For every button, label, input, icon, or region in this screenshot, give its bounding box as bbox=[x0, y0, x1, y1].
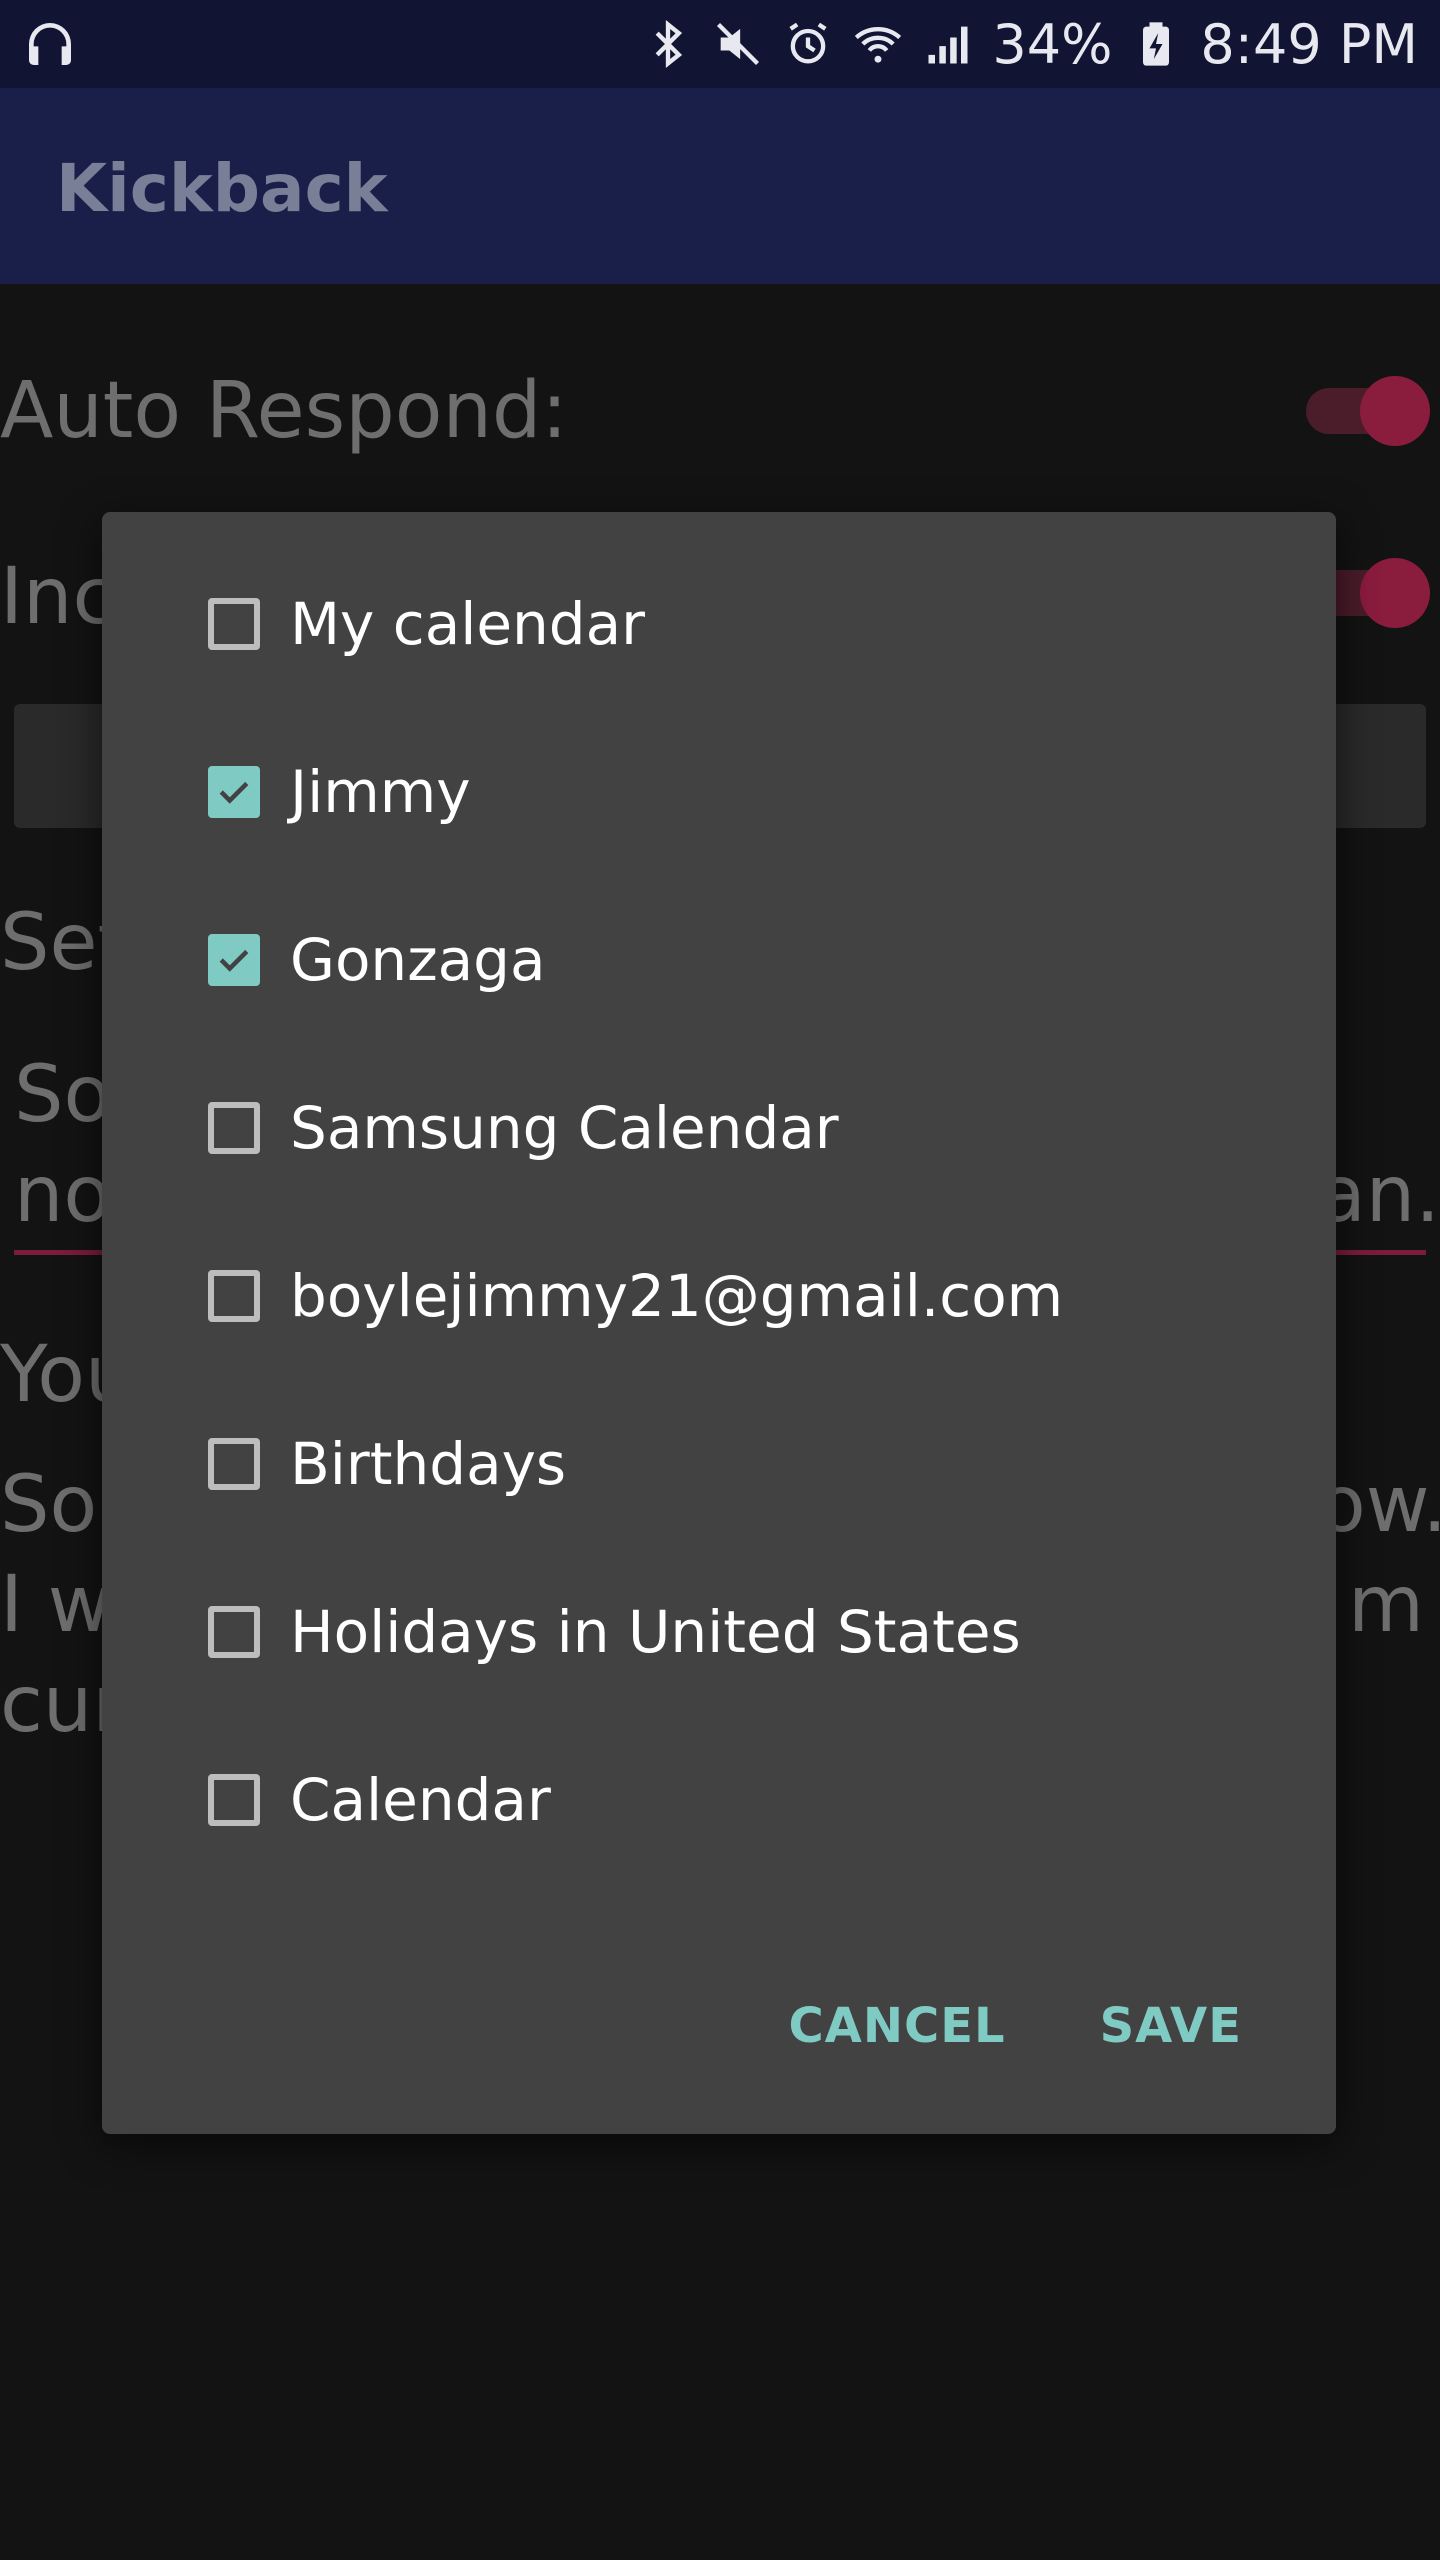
calendar-option-label: Jimmy bbox=[290, 758, 471, 826]
calendar-option-label: My calendar bbox=[290, 590, 645, 658]
calendar-option-samsung-calendar[interactable]: Samsung Calendar bbox=[208, 1068, 1308, 1188]
checkbox-checked[interactable] bbox=[208, 934, 260, 986]
toggle-knob bbox=[1360, 376, 1430, 446]
preview-line2: I w bbox=[0, 1560, 112, 1650]
status-bar: 34% 8:49 PM bbox=[0, 0, 1440, 88]
preview-line2-end: m bbox=[1348, 1560, 1424, 1650]
checkmark-icon bbox=[219, 781, 249, 804]
calendar-option-jimmy[interactable]: Jimmy bbox=[208, 732, 1308, 852]
mute-icon bbox=[717, 22, 760, 66]
toggle-knob bbox=[1360, 558, 1430, 628]
app-title: Kickback bbox=[56, 150, 388, 227]
message-line1: So bbox=[14, 1050, 112, 1140]
save-button[interactable]: SAVE bbox=[1100, 1998, 1242, 2054]
calendar-option-holidays[interactable]: Holidays in United States bbox=[208, 1572, 1308, 1692]
message-line2: no bbox=[14, 1150, 112, 1240]
calendar-option-label: Holidays in United States bbox=[290, 1598, 1021, 1666]
checkmark-icon bbox=[219, 949, 249, 972]
cancel-button[interactable]: CANCEL bbox=[788, 1998, 1005, 2054]
checkbox-unchecked[interactable] bbox=[208, 1438, 260, 1490]
auto-respond-toggle[interactable] bbox=[1306, 376, 1430, 446]
headphones-icon bbox=[29, 23, 71, 65]
calendar-option-label: boylejimmy21@gmail.com bbox=[290, 1262, 1064, 1330]
calendar-option-gonzaga[interactable]: Gonzaga bbox=[208, 900, 1308, 1020]
checkbox-unchecked[interactable] bbox=[208, 598, 260, 650]
checkbox-unchecked[interactable] bbox=[208, 1270, 260, 1322]
alarm-icon bbox=[789, 22, 827, 64]
calendar-option-gmail[interactable]: boylejimmy21@gmail.com bbox=[208, 1236, 1308, 1356]
signal-icon bbox=[928, 26, 968, 64]
battery-charging-icon bbox=[1143, 22, 1170, 66]
preview-line1: So bbox=[0, 1460, 98, 1550]
app-bar: Kickback bbox=[0, 88, 1440, 284]
auto-respond-label: Auto Respond: bbox=[0, 366, 568, 456]
preview-line1-end: ow. bbox=[1318, 1460, 1440, 1550]
row2-label: Inc bbox=[0, 552, 116, 642]
dialog-actions: CANCEL SAVE bbox=[788, 1998, 1242, 2054]
calendar-option-calendar[interactable]: Calendar bbox=[208, 1740, 1308, 1860]
checkbox-unchecked[interactable] bbox=[208, 1102, 260, 1154]
calendar-option-label: Gonzaga bbox=[290, 926, 546, 994]
battery-percent: 34% bbox=[992, 12, 1113, 76]
calendar-option-my-calendar[interactable]: My calendar bbox=[208, 564, 1308, 684]
calendar-option-label: Birthdays bbox=[290, 1430, 567, 1498]
message-line2-end: an. bbox=[1318, 1150, 1440, 1240]
calendar-option-label: Samsung Calendar bbox=[290, 1094, 839, 1162]
wifi-icon bbox=[855, 27, 902, 63]
checkbox-unchecked[interactable] bbox=[208, 1774, 260, 1826]
calendar-option-label: Calendar bbox=[290, 1766, 551, 1834]
bluetooth-icon bbox=[656, 19, 683, 69]
calendar-option-birthdays[interactable]: Birthdays bbox=[208, 1404, 1308, 1524]
checkbox-checked[interactable] bbox=[208, 766, 260, 818]
clock: 8:49 PM bbox=[1200, 12, 1418, 76]
calendar-select-dialog: My calendar Jimmy Gonzaga Samsung Calend… bbox=[102, 512, 1336, 2134]
checkbox-unchecked[interactable] bbox=[208, 1606, 260, 1658]
